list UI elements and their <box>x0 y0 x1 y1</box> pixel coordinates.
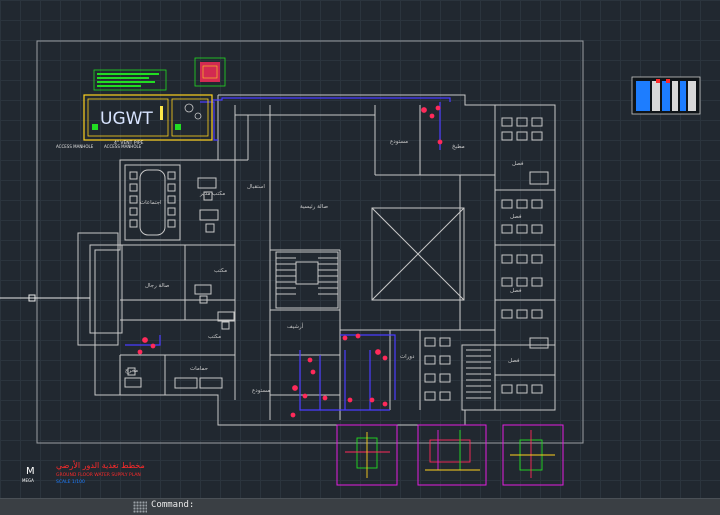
floor-plan-drawing: مستودع مطبخ مكتب مدير اجتماعات استقبال ص… <box>0 40 701 486</box>
room-label: اجتماعات <box>140 200 162 206</box>
detail-content <box>345 430 555 478</box>
command-input[interactable] <box>210 501 710 513</box>
room-label: مكتب مدير <box>199 190 225 197</box>
crosshair-cursor <box>0 294 90 302</box>
external-steps <box>461 344 496 411</box>
classroom-desks <box>424 117 549 401</box>
room-label: مطبخ <box>452 144 465 150</box>
logo-letter: M <box>26 466 35 477</box>
site-boundary <box>36 40 584 444</box>
room-label: صالة رئيسية <box>300 204 328 210</box>
tank-label: UGWT <box>100 109 153 129</box>
drawing-title: مخطط تغذية الدور الأرضي <box>56 460 145 470</box>
command-prompt: Command: <box>151 500 195 510</box>
legend-panel <box>631 76 701 115</box>
room-label: فصل <box>510 214 522 220</box>
room-label: فصل <box>512 161 524 167</box>
access-label-right: ACCESS MANHOLE <box>104 144 142 149</box>
room-label: استقبال <box>247 184 265 190</box>
command-line-bar: Command: <box>0 498 720 515</box>
logo-caption: MEGA <box>22 478 34 483</box>
access-label-left: ACCESS MANHOLE <box>56 144 94 149</box>
room-label: مستودع <box>252 388 270 394</box>
room-label: فصل <box>508 358 520 364</box>
drawing-subtitle: GROUND FLOOR WATER SUPPLY PLAN <box>56 472 141 478</box>
building-walls <box>77 94 556 426</box>
room-label: صالة رجال <box>145 283 170 289</box>
room-label: حمامات <box>190 366 208 372</box>
drawing-scale: SCALE 1/100 <box>56 479 85 485</box>
stair <box>275 251 339 309</box>
central-void <box>371 207 465 301</box>
room-label: فصل <box>510 288 522 294</box>
room-label: مخرج <box>125 368 138 374</box>
room-label: مستودع <box>390 139 408 145</box>
room-label: دورات <box>400 354 415 360</box>
room-label: أرشيف <box>287 322 304 330</box>
drawing-viewport[interactable]: مستودع مطبخ مكتب مدير اجتماعات استقبال ص… <box>0 0 720 498</box>
green-notes <box>93 57 226 91</box>
command-grip-handle[interactable] <box>133 501 147 513</box>
room-label: مكتب <box>208 333 221 340</box>
room-label: مكتب <box>214 267 227 274</box>
plumbing-fixtures <box>137 105 443 418</box>
title-block: M MEGA مخطط تغذية الدور الأرضي GROUND FL… <box>22 460 145 485</box>
ground-water-tank: UGWT <box>83 94 213 141</box>
